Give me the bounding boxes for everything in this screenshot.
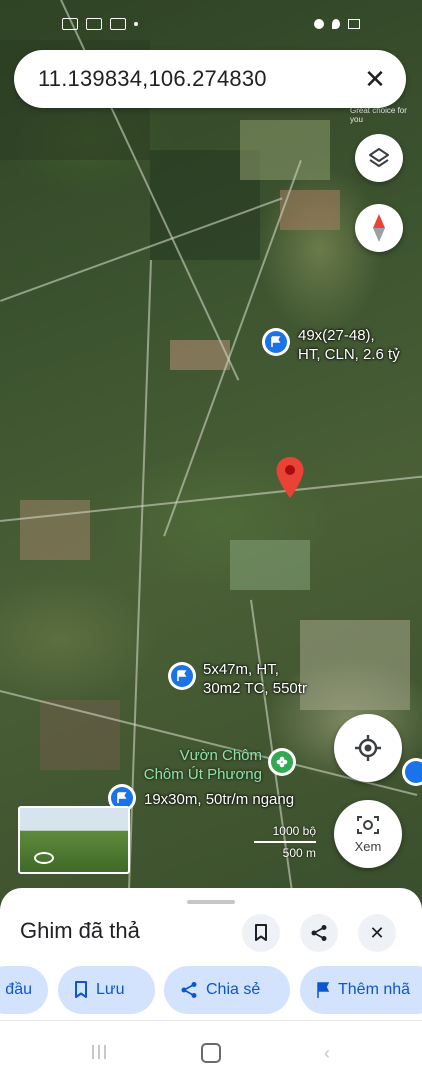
place-label-line: Chôm Út Phương [143, 766, 262, 783]
drag-handle[interactable] [187, 900, 235, 904]
pin-label-3: 19x30m, 50tr/m ngang [144, 790, 294, 809]
poi-pin-1[interactable] [262, 328, 290, 356]
share-icon-button[interactable] [300, 914, 338, 952]
road [0, 475, 422, 522]
field-patch [300, 620, 410, 710]
notification-icon [62, 18, 78, 30]
chip-label: Thêm nhã [338, 981, 411, 998]
scale-label-top: 1000 bộ [272, 824, 316, 838]
notification-icon [110, 18, 126, 30]
search-bar[interactable]: 11.139834,106.274830 ✕ [14, 50, 406, 108]
share-icon [181, 982, 197, 998]
notification-icon [86, 18, 102, 30]
street-view-thumbnail[interactable] [18, 806, 130, 874]
system-nav-bar: ‹ [0, 1020, 422, 1081]
back-icon[interactable]: ‹ [324, 1043, 330, 1064]
pin-label-line: 5x47m, HT, [203, 661, 279, 678]
place-pin[interactable] [268, 748, 296, 776]
scale-label-bottom: 500 m [282, 846, 316, 860]
poi-pin-4[interactable] [402, 758, 422, 786]
pin-label-line: 19x30m, 50tr/m ngang [144, 791, 295, 808]
close-sheet-button[interactable]: ✕ [358, 914, 396, 952]
map-pin-icon [276, 457, 304, 498]
scale-line [254, 841, 316, 843]
chip-add-label[interactable]: Thêm nhã [300, 966, 422, 1014]
chip-label: Lưu [96, 981, 125, 998]
flag-icon [171, 665, 193, 687]
flag-icon [405, 761, 422, 783]
close-icon[interactable]: ✕ [360, 64, 390, 94]
chip-label: Chia sẻ [206, 981, 261, 998]
chip-share[interactable]: Chia sẻ [164, 966, 290, 1014]
save-icon-button[interactable] [242, 914, 280, 952]
pin-label-2: 5x47m, HT, 30m2 TC, 550tr [203, 660, 307, 698]
layers-icon [369, 148, 389, 167]
my-location-button[interactable] [334, 714, 402, 782]
dropped-pin[interactable] [275, 456, 305, 505]
poi-pin-2[interactable] [168, 662, 196, 690]
status-bar [0, 10, 422, 38]
pin-label-line: 30m2 TC, 550tr [203, 680, 307, 697]
chip-save[interactable]: Lưu [58, 966, 155, 1014]
pin-label-line: HT, CLN, 2.6 tỷ [298, 346, 400, 363]
flag-icon [317, 982, 330, 998]
crosshair-icon [355, 735, 381, 761]
field-patch [240, 120, 330, 180]
pin-label-1: 49x(27-48), HT, CLN, 2.6 tỷ [298, 326, 400, 364]
close-icon: ✕ [369, 922, 385, 943]
layers-button[interactable] [355, 134, 403, 182]
wifi-icon [348, 19, 360, 29]
flower-icon [271, 751, 293, 773]
chip-label: đầu [5, 981, 32, 998]
recent-apps-icon[interactable] [92, 1045, 106, 1059]
compass-button[interactable] [355, 204, 403, 252]
sheet-title: Ghim đã thả [20, 918, 140, 943]
share-icon [311, 925, 327, 941]
rotate-360-icon [34, 852, 54, 864]
status-left-icons [62, 18, 138, 30]
compass-icon [373, 214, 385, 242]
flag-icon [265, 331, 287, 353]
dot-icon [134, 22, 138, 26]
camera-scan-icon [357, 816, 379, 834]
field-patch [20, 500, 90, 560]
search-input[interactable]: 11.139834,106.274830 [38, 66, 360, 92]
bookmark-icon [255, 924, 267, 941]
alarm-icon [314, 19, 324, 29]
street-view-button[interactable]: Xem [334, 800, 402, 868]
chip-directions[interactable]: đầu [0, 966, 48, 1014]
bookmark-icon [75, 981, 87, 998]
scale-bar: 1000 bộ 500 m [254, 824, 316, 860]
field-patch [230, 540, 310, 590]
home-icon[interactable] [201, 1043, 221, 1063]
location-icon [332, 19, 340, 29]
street-view-label: Xem [354, 839, 382, 854]
pin-label-line: 49x(27-48), [298, 327, 375, 344]
place-label[interactable]: Vườn Chôm Chôm Út Phương [132, 746, 262, 784]
map-watermark: Great choice for you [350, 106, 407, 124]
action-chips: đầu Lưu Chia sẻ Thêm nhã [0, 966, 422, 1016]
status-right-icons [314, 19, 360, 29]
place-label-line: Vườn Chôm [179, 747, 262, 764]
